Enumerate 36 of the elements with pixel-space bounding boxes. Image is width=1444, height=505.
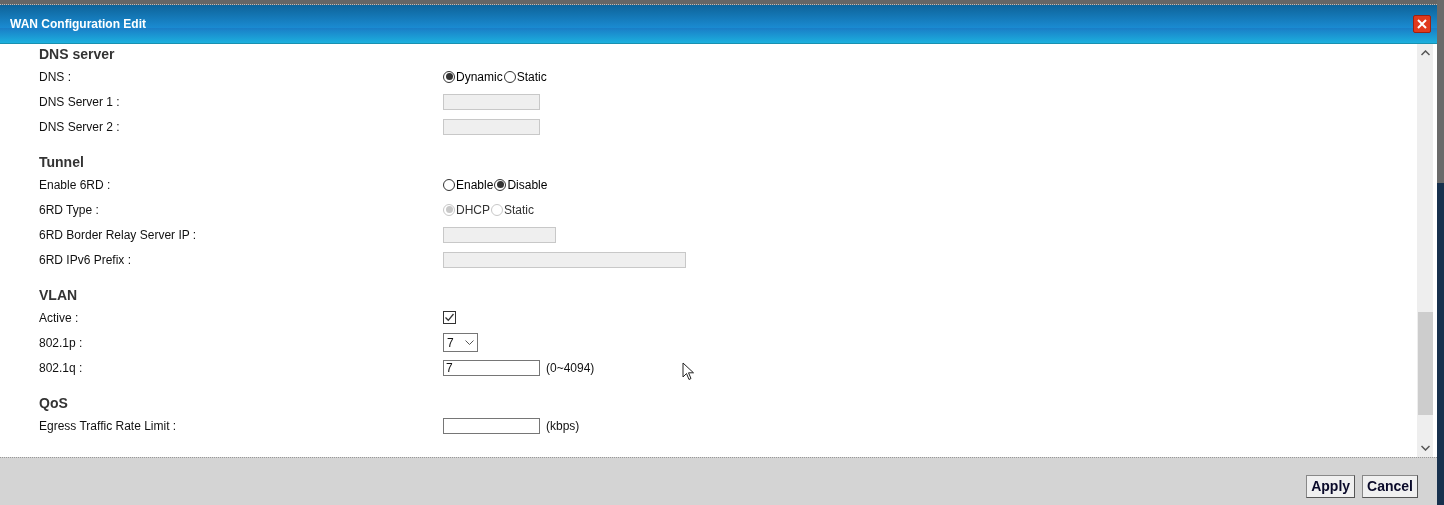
field-label: 6RD Border Relay Server IP : [39,226,198,244]
radio-option[interactable]: Disable [493,175,548,194]
select-dropdown[interactable]: 7 [443,333,478,352]
field-label: DNS Server 1 : [39,93,121,111]
close-icon [1417,19,1427,29]
unit-label: (kbps) [546,417,580,435]
scrollbar[interactable] [1417,44,1433,457]
section-heading: Tunnel [39,153,84,172]
scrollbar-thumb[interactable] [1417,312,1433,415]
field-label: Active : [39,309,80,327]
field-label: DNS : [39,68,72,86]
checkbox[interactable] [443,311,456,324]
radio-option[interactable]: Dynamic [443,67,503,86]
dialog-button[interactable]: Cancel [1362,475,1418,498]
dialog-button[interactable]: Apply [1306,475,1356,498]
chevron-down-icon [465,339,474,346]
field-label: Egress Traffic Rate Limit : [39,417,178,435]
field-label: 802.1p : [39,334,84,352]
field-label: DNS Server 2 : [39,118,121,136]
close-button[interactable] [1413,15,1431,33]
scroll-down-icon [1420,445,1430,451]
scroll-up-icon [1420,50,1430,56]
section-heading: DNS server [39,45,115,64]
field-label: 6RD Type : [39,201,100,219]
section-heading: QoS [39,394,68,413]
field-label: 802.1q : [39,359,84,377]
radio-option[interactable]: Static [502,67,547,86]
input-field[interactable] [443,417,540,434]
radio-option[interactable]: Enable [443,175,494,194]
window-title: WAN Configuration Edit [10,16,146,33]
mouse-cursor-icon [682,362,695,381]
input-field[interactable]: 7 [443,359,540,376]
unit-label: (0~4094) [546,359,595,377]
section-heading: VLAN [39,286,78,305]
field-label: Enable 6RD : [39,176,112,194]
field-label: 6RD IPv6 Prefix : [39,251,133,269]
